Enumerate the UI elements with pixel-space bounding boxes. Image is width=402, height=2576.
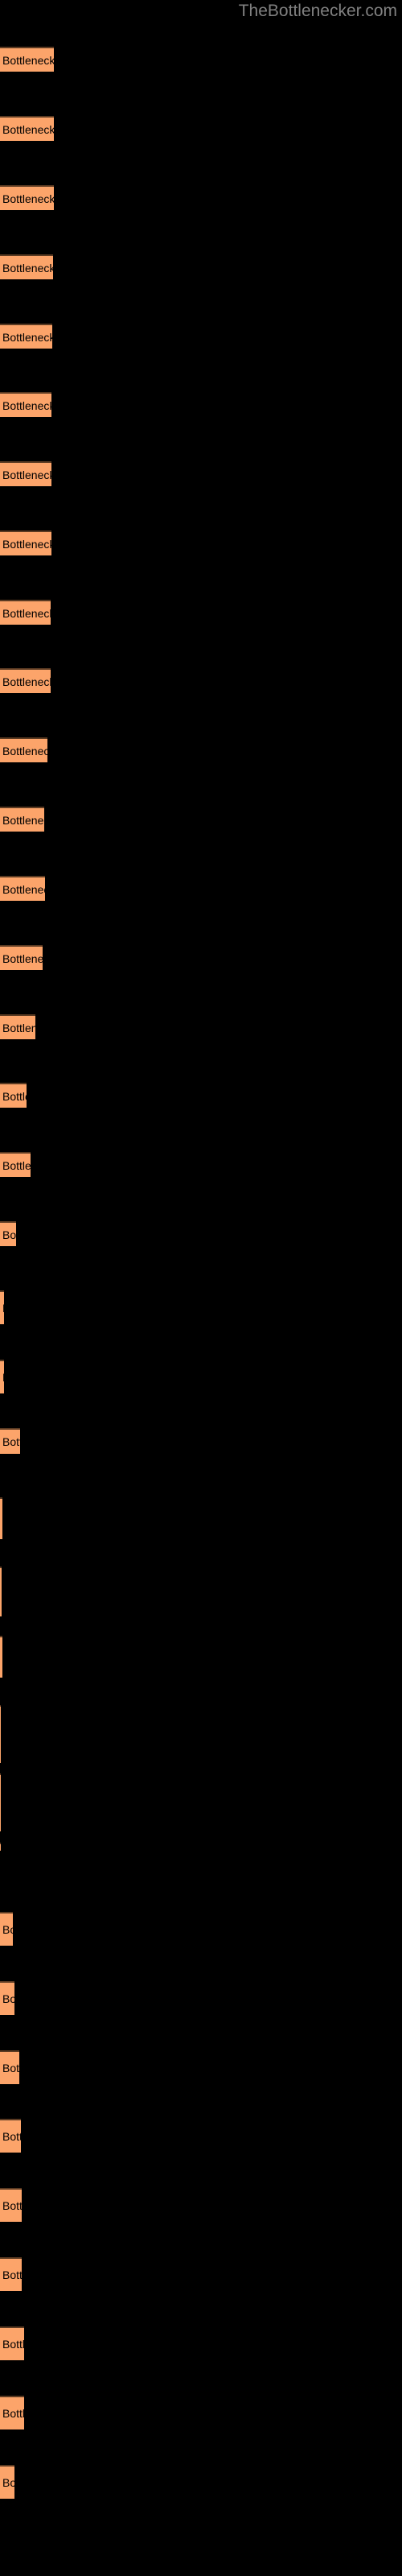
bar-1: Bottleneck result [0, 47, 54, 72]
bottleneck-bar-chart: TheBottlenecker.com Bottleneck result Bot… [0, 0, 402, 2576]
bar-24: Bottleneck result [0, 1636, 2, 1678]
bar-label: Bottleneck result [0, 1302, 4, 1314]
bar-label: Bottleneck result [2, 122, 54, 136]
bar-label: Bottleneck result [2, 1158, 31, 1172]
bar-32: Bottleneck result [0, 2188, 22, 2222]
bar-25: Bottleneck result [0, 1705, 1, 1763]
bar-29: Bottleneck result [0, 1981, 14, 2015]
bar-label: Bottleneck result [2, 398, 51, 412]
bar-35: Bottleneck result [0, 2396, 24, 2429]
bar-14: Bottleneck result [0, 945, 43, 970]
bar-5: Bottleneck result [0, 324, 52, 349]
bar-label: Bottleneck result [2, 2062, 19, 2074]
site-watermark: TheBottlenecker.com [238, 2, 397, 20]
bar-26: Bottleneck result [0, 1773, 1, 1831]
bar-label: Bottleneck result [2, 330, 52, 344]
bar-12: Bottleneck result [0, 807, 44, 832]
bar-label: Bottleneck result [2, 882, 45, 896]
bar-18: Bottleneck result [0, 1221, 16, 1246]
bar-label: Bottleneck result [2, 2338, 24, 2351]
bar-label: Bottleneck result [2, 744, 47, 758]
bar-28: Bottleneck result [0, 1912, 13, 1946]
bar-7: Bottleneck result [0, 461, 51, 486]
bar-label: Bottleneck result [0, 1652, 2, 1663]
bar-22: Bottleneck result [0, 1497, 2, 1539]
bar-31: Bottleneck result [0, 2119, 21, 2153]
bar-label: Bottleneck result [2, 53, 54, 67]
bar-label: Bottleneck result [0, 1729, 1, 1740]
bar-label: Bottleneck result [2, 2199, 22, 2212]
bar-label: Bottleneck result [2, 1923, 13, 1936]
bar-34: Bottleneck result [0, 2326, 24, 2360]
bar-6: Bottleneck result [0, 392, 51, 417]
bar-23: Bottleneck result [0, 1567, 2, 1616]
bar-3: Bottleneck result [0, 185, 54, 210]
bar-4: Bottleneck result [0, 254, 53, 279]
bar-36: Bottleneck result [0, 2465, 14, 2499]
bar-label: Bottleneck result [0, 1513, 2, 1525]
bar-17: Bottleneck result [0, 1152, 31, 1177]
bar-label: Bottleneck result [2, 952, 43, 965]
bar-label: Bottleneck result [2, 1435, 20, 1448]
bar-label: Bottleneck result [2, 813, 44, 827]
bar-label: Bottleneck result [2, 1228, 16, 1241]
bar-13: Bottleneck result [0, 876, 45, 901]
bar-16: Bottleneck result [0, 1083, 27, 1108]
bar-33: Bottleneck result [0, 2257, 22, 2291]
bar-21: Bottleneck result [0, 1428, 20, 1454]
bar-label: Bottleneck result [0, 1372, 4, 1383]
bar-15: Bottleneck result [0, 1014, 35, 1039]
bar-label: Bottleneck result [2, 1992, 14, 2005]
bar-label: Bottleneck result [0, 1587, 2, 1598]
bar-label: Bottleneck result [2, 192, 54, 205]
bar-10: Bottleneck result [0, 668, 51, 693]
bar-label: Bottleneck result [2, 675, 51, 688]
bar-label: Bottleneck result [2, 537, 51, 551]
bar-label: Bottleneck result [2, 468, 51, 481]
bar-label: Bottleneck result [2, 2268, 22, 2281]
bar-label: Bottleneck result [2, 1089, 27, 1103]
bar-label: Bottleneck result [2, 606, 51, 620]
bar-27: Bottleneck result [0, 1843, 1, 1851]
bar-8: Bottleneck result [0, 530, 51, 555]
bar-label: Bottleneck result [0, 1798, 1, 1809]
bar-label: Bottleneck result [2, 1021, 35, 1034]
bar-19: Bottleneck result [0, 1290, 4, 1324]
bar-30: Bottleneck result [0, 2050, 19, 2084]
bar-11: Bottleneck result [0, 737, 47, 762]
bar-20: Bottleneck result [0, 1360, 4, 1393]
bar-2: Bottleneck result [0, 116, 54, 141]
bar-label: Bottleneck result [2, 2407, 24, 2420]
bar-label: Bottleneck result [2, 2130, 21, 2143]
bar-9: Bottleneck result [0, 600, 51, 625]
bar-label: Bottleneck result [2, 261, 53, 275]
bar-label: Bottleneck result [2, 2476, 14, 2489]
bar-label: Bottleneck result [0, 1844, 1, 1851]
